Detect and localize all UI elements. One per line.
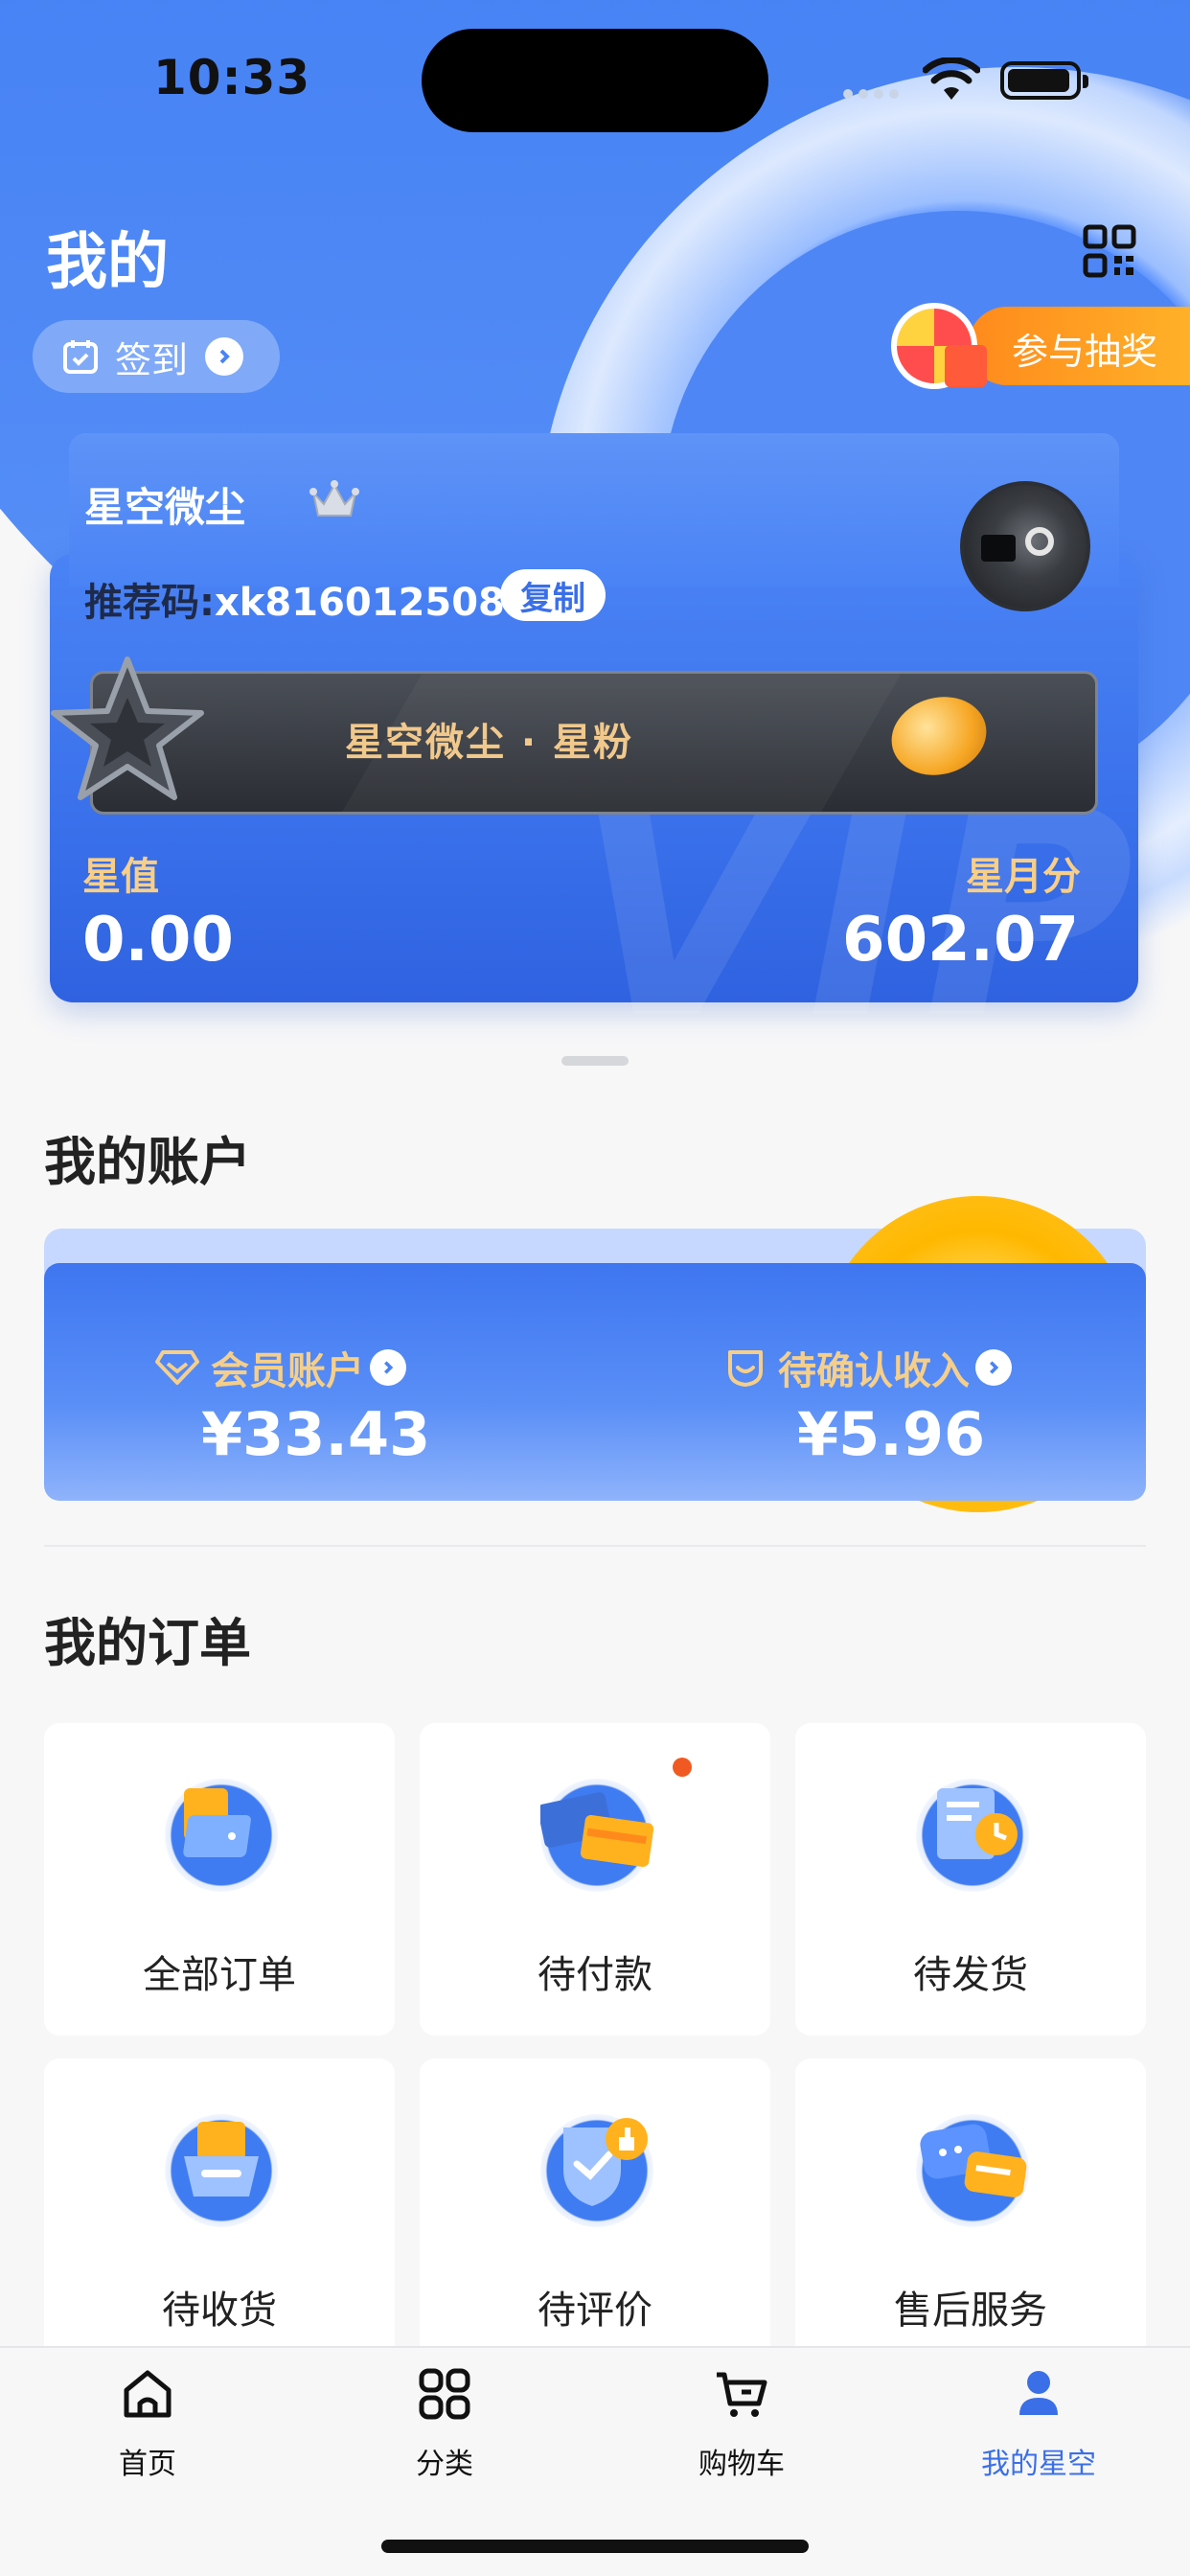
lottery-label: 参与抽奖 <box>1012 331 1158 373</box>
pending-payment-icon <box>538 1779 654 1892</box>
signin-button[interactable]: 签到 <box>33 320 280 393</box>
pending-shipment-icon <box>916 1779 1029 1892</box>
star-month-label: 星月分 <box>966 855 1081 899</box>
all-orders-icon <box>165 1779 278 1892</box>
referral-code-value: xk816012508 <box>215 581 505 625</box>
tab-category[interactable]: 分类 <box>349 2363 540 2482</box>
chevron-right-icon <box>205 337 244 376</box>
avatar-photo-device <box>981 535 1016 562</box>
referral-prefix: 推荐码: <box>84 581 215 625</box>
gift-icon <box>945 345 987 387</box>
pending-receipt-icon <box>165 2114 278 2227</box>
crown-icon <box>309 480 359 517</box>
tab-label: 首页 <box>119 2448 176 2481</box>
order-pending-review[interactable]: 待评价 <box>420 2058 770 2371</box>
notification-dot <box>673 1758 692 1777</box>
lottery-button[interactable]: 参与抽奖 <box>891 303 1190 389</box>
avatar[interactable] <box>960 481 1090 611</box>
order-label: 全部订单 <box>143 1953 296 1997</box>
status-time: 10:33 <box>153 50 311 105</box>
shield-smile-icon <box>728 1350 763 1387</box>
order-label: 待收货 <box>162 2288 277 2333</box>
order-label: 待付款 <box>538 1953 652 1997</box>
tab-label: 分类 <box>416 2448 473 2481</box>
pending-income-label: 待确认收入 <box>778 1349 970 1393</box>
profile-icon <box>1019 2371 1058 2415</box>
calendar-icon <box>63 340 98 374</box>
referral-code: 推荐码:xk816012508 <box>84 571 505 627</box>
signin-label: 签到 <box>115 338 189 381</box>
home-icon <box>124 2370 172 2418</box>
pending-review-icon <box>540 2114 653 2227</box>
cellular-signal-icon <box>843 84 904 99</box>
avatar-photo-ring <box>1025 527 1054 556</box>
order-after-sales[interactable]: 售后服务 <box>795 2058 1146 2371</box>
tab-cart[interactable]: 购物车 <box>646 2363 837 2482</box>
chevron-right-icon <box>370 1349 406 1386</box>
orders-section-title: 我的订单 <box>44 1613 251 1673</box>
copy-button[interactable]: 复制 <box>500 569 606 621</box>
member-account-value: ¥33.43 <box>201 1399 431 1469</box>
member-account-label: 会员账户 <box>211 1349 364 1393</box>
tab-label: 购物车 <box>698 2448 785 2481</box>
member-account-link[interactable]: 会员账户 <box>155 1340 406 1395</box>
drag-handle[interactable] <box>561 1056 629 1066</box>
fan-level-text: 星空微尘 · 星粉 <box>345 721 634 765</box>
order-all[interactable]: 全部订单 <box>44 1723 395 2036</box>
page-title: 我的 <box>46 227 169 298</box>
star-value-label: 星值 <box>82 855 159 899</box>
wifi-icon <box>923 58 980 100</box>
order-label: 待评价 <box>538 2288 652 2333</box>
category-icon <box>419 2368 470 2420</box>
order-pending-receipt[interactable]: 待收货 <box>44 2058 395 2371</box>
account-section-title: 我的账户 <box>44 1132 251 1192</box>
star-month-value: 602.07 <box>842 905 1079 976</box>
status-bar: 10:33 <box>0 0 1190 144</box>
order-label: 待发货 <box>913 1953 1028 1997</box>
tab-home[interactable]: 首页 <box>52 2363 243 2482</box>
order-pending-payment[interactable]: 待付款 <box>420 1723 770 2036</box>
home-indicator <box>381 2540 809 2553</box>
qr-scan-icon[interactable] <box>1083 224 1136 278</box>
chevron-right-icon <box>975 1349 1012 1386</box>
order-pending-shipment[interactable]: 待发货 <box>795 1723 1146 2036</box>
user-nickname: 星空微尘 <box>84 484 246 531</box>
pending-income-value: ¥5.96 <box>797 1399 986 1469</box>
cart-icon <box>717 2372 767 2417</box>
section-divider <box>44 1545 1146 1547</box>
tab-label: 我的星空 <box>981 2448 1096 2481</box>
tab-profile[interactable]: 我的星空 <box>943 2363 1134 2482</box>
star-value: 0.00 <box>82 905 234 976</box>
star-icon <box>51 656 204 800</box>
after-sales-icon <box>916 2114 1029 2227</box>
diamond-icon <box>155 1350 199 1385</box>
pending-income-link[interactable]: 待确认收入 <box>724 1340 1012 1395</box>
dynamic-island <box>422 29 768 132</box>
order-label: 售后服务 <box>894 2288 1047 2333</box>
battery-icon <box>1000 61 1088 100</box>
